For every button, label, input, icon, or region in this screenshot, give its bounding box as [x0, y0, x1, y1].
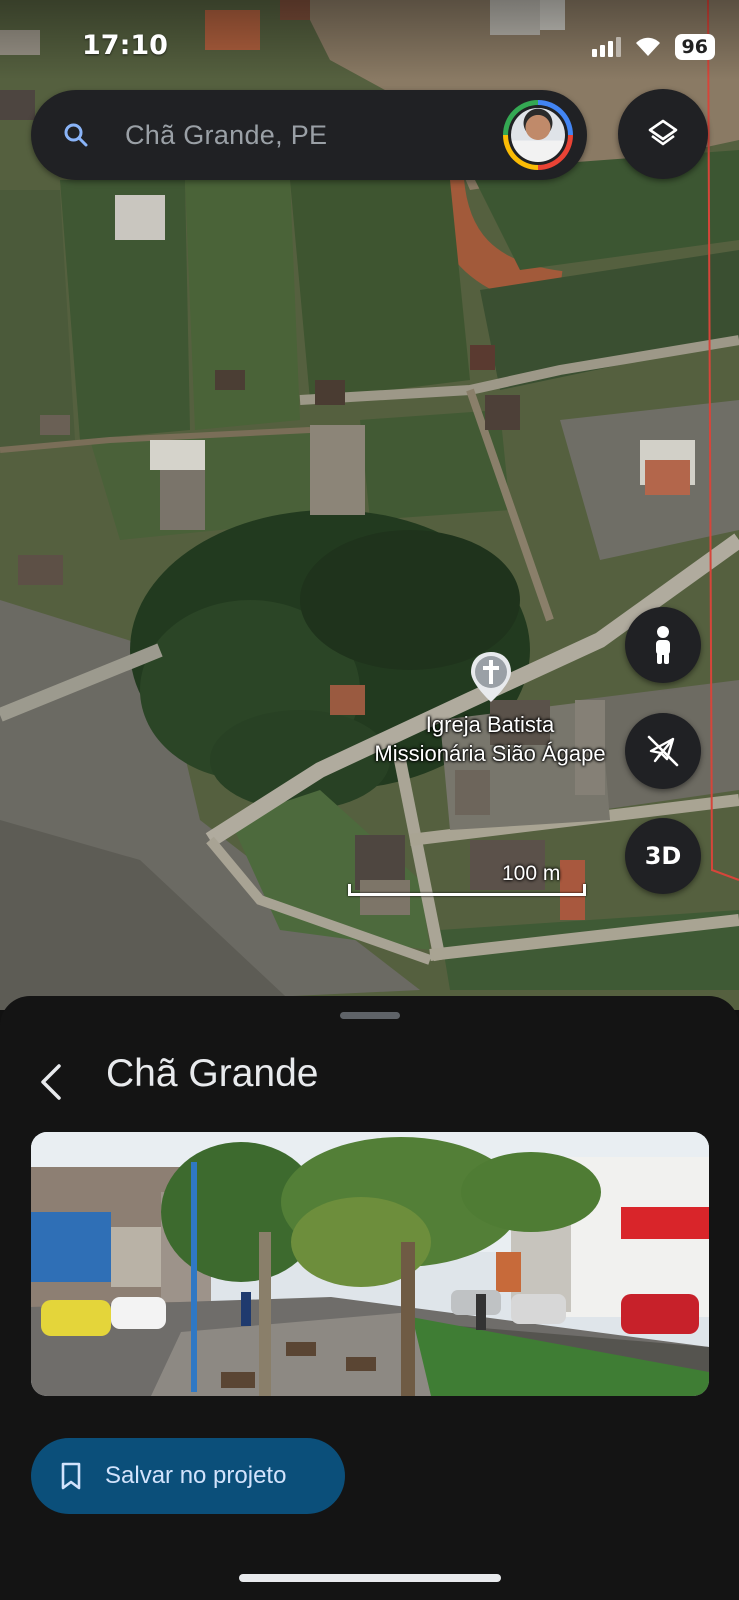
save-to-project-button[interactable]: Salvar no projeto [31, 1438, 345, 1514]
scale-bar [348, 884, 586, 896]
avatar [508, 105, 568, 165]
street-view-button[interactable] [625, 607, 701, 683]
layers-icon [648, 119, 678, 146]
place-label[interactable]: Igreja Batista Missionária Sião Ágape [320, 710, 660, 768]
search-input[interactable]: Chã Grande, PE [125, 120, 503, 151]
wifi-icon [635, 37, 660, 56]
church-pin-icon[interactable] [468, 650, 514, 704]
back-button[interactable] [22, 1054, 78, 1110]
street-photo [31, 1132, 709, 1396]
satellite-map[interactable]: 17:10 96 Chã Grande, PE 3D Igreja Batist… [0, 0, 739, 1010]
bookmark-icon [61, 1462, 81, 1490]
status-icons: 96 [591, 34, 715, 60]
layers-button[interactable] [618, 89, 708, 179]
battery-indicator: 96 [674, 34, 715, 60]
status-time: 17:10 [82, 30, 168, 61]
place-bottom-sheet: Chã Grande Salvar no projeto [0, 996, 739, 1600]
save-button-label: Salvar no projeto [105, 1462, 287, 1489]
search-icon[interactable] [61, 120, 91, 150]
back-arrow-icon [41, 1064, 61, 1100]
place-label-line2: Missionária Sião Ágape [374, 741, 606, 766]
signal-icon [591, 37, 621, 57]
place-photo[interactable] [31, 1132, 709, 1396]
home-indicator[interactable] [239, 1574, 501, 1582]
place-label-line1: Igreja Batista [425, 712, 555, 737]
account-avatar-button[interactable] [503, 100, 573, 170]
scale-label: 100 m [502, 862, 561, 885]
drag-handle[interactable] [340, 1012, 400, 1019]
place-title: Chã Grande [106, 1052, 319, 1095]
3d-toggle-button[interactable]: 3D [625, 818, 701, 894]
pegman-icon [656, 626, 670, 664]
search-bar[interactable]: Chã Grande, PE [31, 90, 587, 180]
